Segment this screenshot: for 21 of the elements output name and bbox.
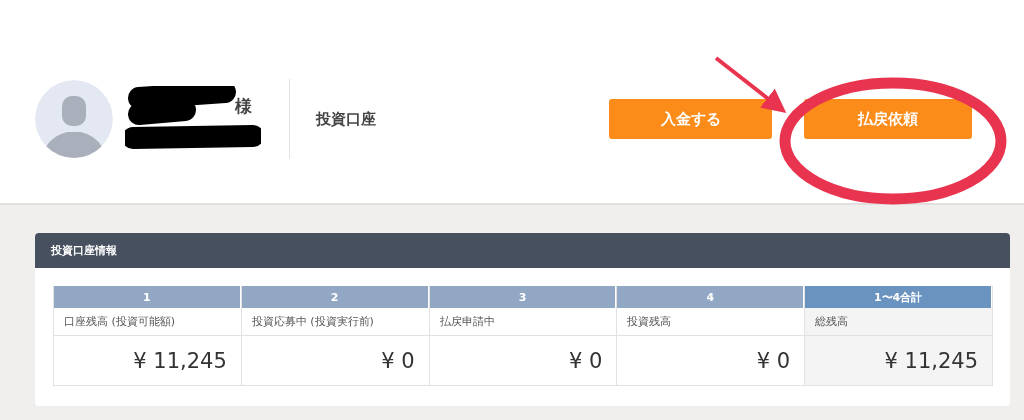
column-header: 1〜4合計 (805, 286, 992, 308)
balance-value: ¥ 11,245 (883, 347, 979, 375)
balance-label: 払戻申請中 (429, 308, 617, 336)
deposit-button[interactable]: 入金する (609, 99, 772, 139)
balance-value: ¥ 0 (380, 347, 416, 375)
balance-label: 投資応募中 (投資実行前) (241, 308, 429, 336)
balance-label: 口座残高 (投資可能額) (54, 308, 241, 336)
avatar-icon (35, 80, 113, 158)
account-type-label: 投資口座 (316, 109, 376, 129)
column-header: 3 (429, 286, 617, 308)
withdrawal-button[interactable]: 払戻依頼 (804, 99, 972, 139)
balance-value: ¥ 0 (755, 347, 792, 375)
column-header: 1 (54, 286, 241, 308)
balance-label: 投資残高 (617, 308, 805, 336)
balance-value: ¥ 0 (568, 347, 604, 375)
column-header: 4 (617, 286, 805, 308)
card-title: 投資口座情報 (35, 233, 1010, 268)
balance-label: 総残高 (805, 308, 992, 336)
honorific-label: 様 (235, 95, 252, 118)
balance-value: ¥ 11,245 (132, 347, 228, 375)
column-header: 2 (241, 286, 429, 308)
